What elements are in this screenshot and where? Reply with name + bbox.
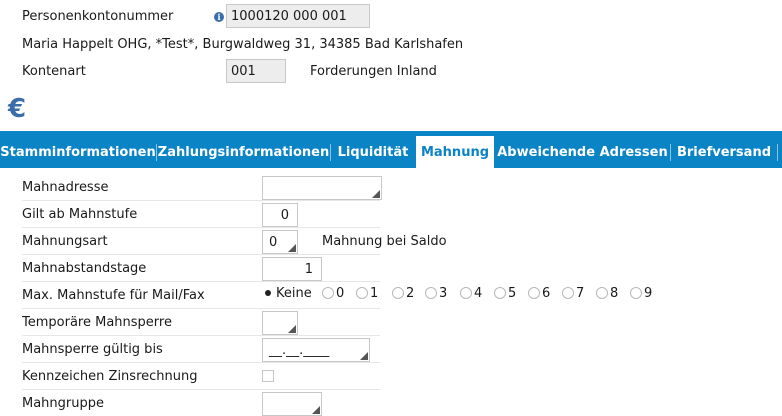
radio-label: 6 [542,286,551,301]
zinsrechnung-checkbox[interactable] [262,370,274,382]
tab-label: Stamminformationen [0,145,156,160]
mahnungsart-dropdown[interactable]: 0 [262,230,298,254]
radio-label: 3 [439,286,448,301]
mahnungsart-label: Mahnungsart [22,234,108,249]
row-zinsrechnung: Kennzeichen Zinsrechnung [22,363,380,390]
radio-label: 2 [406,286,415,301]
row-mahnabstandstage: Mahnabstandstage [22,255,380,282]
radio-circle-icon [425,287,437,299]
radio-checked-icon [262,287,274,299]
account-number-label: Personenkontonummer [22,9,174,24]
mahnsperre-bis-label: Mahnsperre gültig bis [22,342,163,357]
radio-circle-icon [460,287,472,299]
radio-label: 5 [508,286,517,301]
tab-label: Abweichende Adressen [497,145,668,160]
tab-label: Liquidität [337,145,409,160]
tab-bar: Stamminformationen Zahlungsinformationen… [0,131,782,168]
row-mahngruppe: Mahngruppe [22,390,380,416]
tab-stamminformationen[interactable]: Stamminformationen [0,131,156,168]
dropdown-corner-icon [372,190,380,198]
radio-circle-icon [322,287,334,299]
radio-label: Keine [276,286,312,301]
kontenart-label: Kontenart [22,64,86,79]
tab-liquiditaet[interactable]: Liquidität [331,131,415,168]
max-mahnstufe-label: Max. Mahnstufe für Mail/Fax [22,288,205,303]
gilt-ab-mahnstufe-label: Gilt ab Mahnstufe [22,207,138,222]
radio-circle-icon [392,287,404,299]
account-address: Maria Happelt OHG, *Test*, Burgwaldweg 3… [22,37,464,52]
radio-label: 0 [336,286,345,301]
gilt-ab-mahnstufe-input[interactable]: 0 [262,203,298,227]
tab-abweichende-adressen[interactable]: Abweichende Adressen [495,131,670,168]
kontenart-description: Forderungen Inland [310,64,437,79]
dropdown-corner-icon [312,406,320,414]
radio-circle-icon [562,287,574,299]
mahnabstandstage-label: Mahnabstandstage [22,261,147,276]
dropdown-corner-icon [360,352,368,360]
radio-circle-icon [528,287,540,299]
mahnabstandstage-input[interactable]: 1 [262,257,322,281]
tab-mahnung[interactable]: Mahnung [416,136,494,168]
euro-icon: € [8,94,27,124]
tab-label: Zahlungsinformationen [157,145,330,160]
tab-zahlungsinformationen[interactable]: Zahlungsinformationen [157,131,330,168]
radio-label: 4 [474,286,483,301]
tab-label: Briefversand [676,145,772,160]
mahngruppe-dropdown[interactable] [262,392,322,416]
mahnadresse-dropdown[interactable] [262,176,382,200]
mahnungsart-value: 0 [269,235,278,250]
radio-circle-icon [494,287,506,299]
mahnsperre-bis-value: __.__.____ [269,343,330,358]
radio-circle-icon [630,287,642,299]
mahnsperre-bis-date-input[interactable]: __.__.____ [262,338,370,362]
dropdown-corner-icon [288,244,296,252]
zinsrechnung-label: Kennzeichen Zinsrechnung [22,369,198,384]
info-icon[interactable]: i [214,12,224,22]
temp-mahnsperre-label: Temporäre Mahnsperre [22,315,172,330]
radio-circle-icon [356,287,368,299]
radio-label: 8 [610,286,619,301]
radio-label: 9 [644,286,653,301]
row-gilt-ab-mahnstufe: Gilt ab Mahnstufe [22,201,380,228]
mahngruppe-label: Mahngruppe [22,396,104,411]
temp-mahnsperre-dropdown[interactable] [262,311,298,335]
kontenart-field[interactable]: 001 [226,59,286,83]
mahnungsart-description: Mahnung bei Saldo [322,234,447,249]
tab-label: Mahnung [420,145,490,160]
radio-label: 1 [370,286,379,301]
mahnadresse-label: Mahnadresse [22,180,109,195]
tab-briefversand[interactable]: Briefversand [671,131,777,168]
tab-divider [777,144,778,161]
dropdown-corner-icon [288,325,296,333]
radio-circle-icon [596,287,608,299]
account-number-field[interactable]: 1000120 000 001 [226,4,370,28]
row-temp-mahnsperre: Temporäre Mahnsperre [22,309,380,336]
radio-label: 7 [576,286,585,301]
